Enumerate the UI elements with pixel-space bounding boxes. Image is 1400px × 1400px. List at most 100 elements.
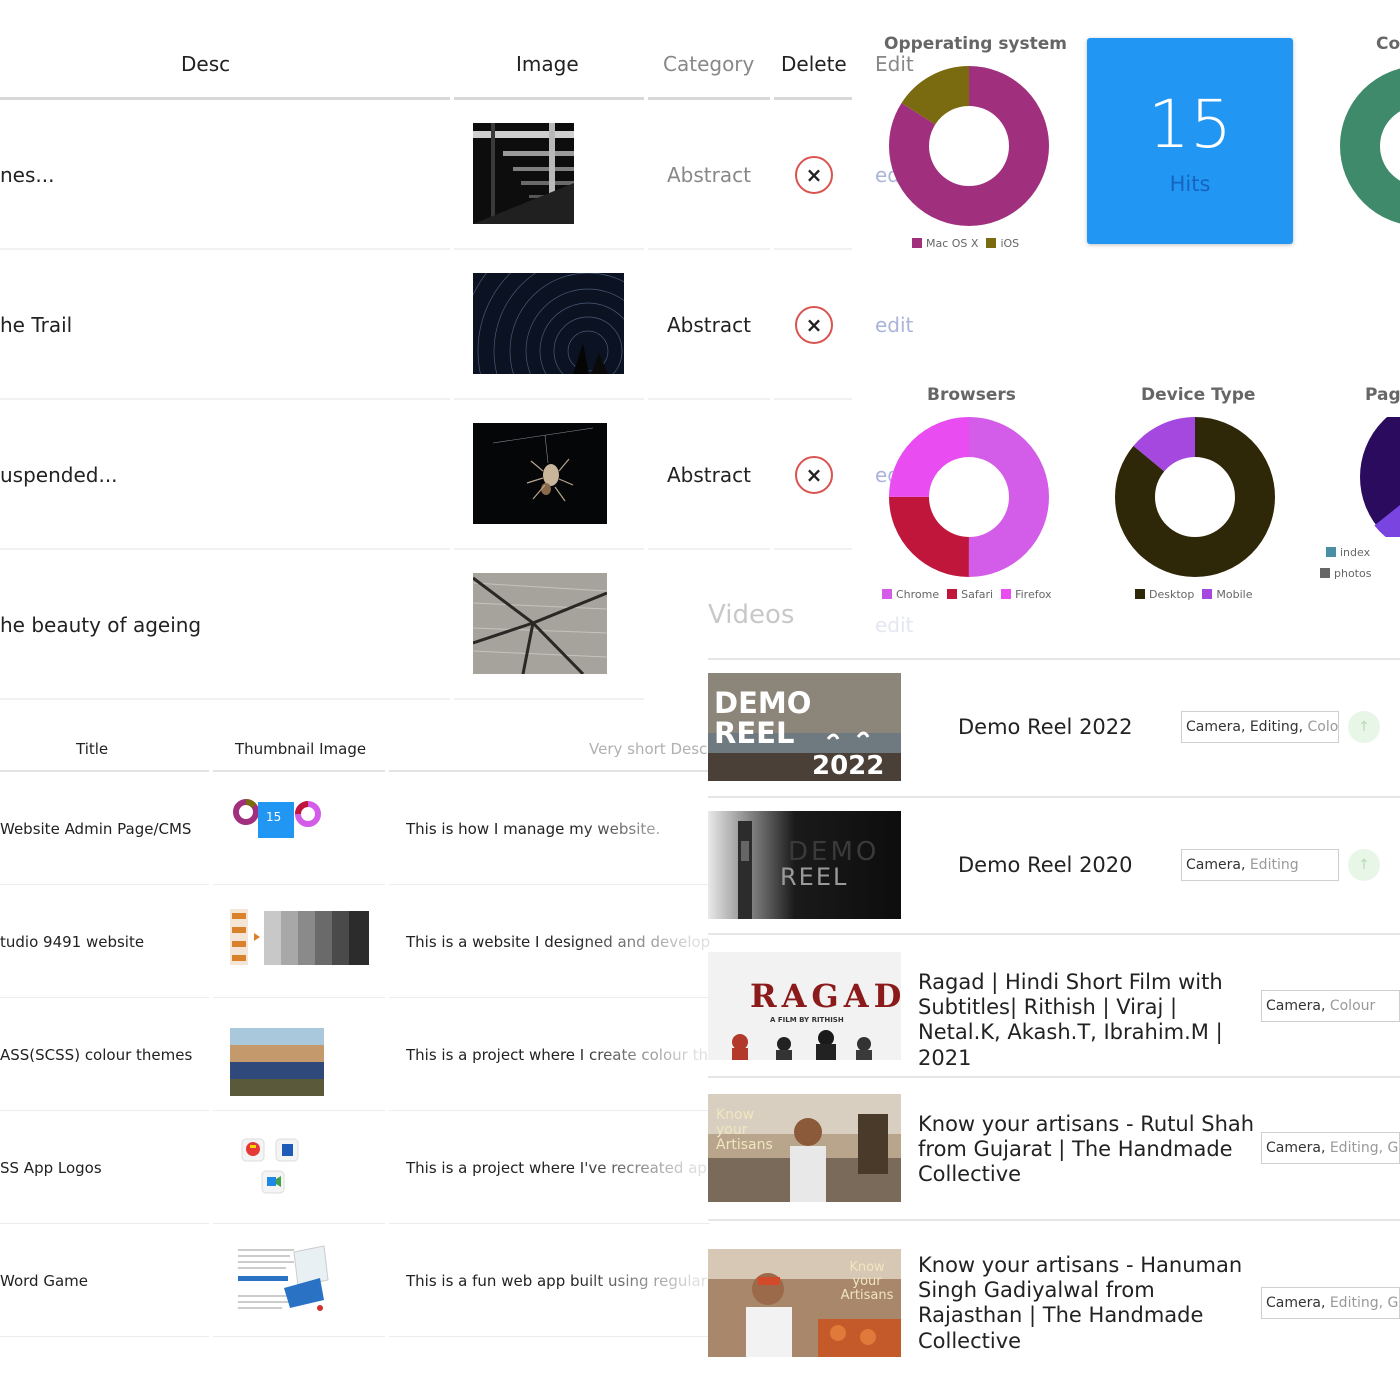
photo-category: Abstract: [667, 313, 751, 337]
thumb-year: 2022: [812, 751, 885, 781]
video-thumbnail[interactable]: Know your Artisans: [708, 1094, 901, 1202]
project-desc: This is a project where I create colour …: [406, 1045, 710, 1064]
legend-item: photos: [1320, 567, 1371, 580]
photo-desc: nes...: [0, 163, 55, 187]
thumb-title-line1: DEMO: [714, 686, 812, 720]
photo-category: Abstract: [667, 163, 751, 187]
row-divider: [708, 658, 1400, 660]
table-row: nes... Abstract × edit: [0, 100, 913, 250]
device-chart-title: Device Type: [1141, 385, 1256, 405]
photo-desc: he Trail: [0, 313, 73, 337]
header-short-desc: Very short Desc: [589, 740, 708, 758]
table-row: SS App Logos This is a project where I'v…: [0, 1111, 710, 1224]
photo-thumbnail[interactable]: [473, 573, 607, 674]
video-row: Know your Artisans Know your artisans - …: [708, 1247, 1400, 1377]
thumb-title-line2: REEL: [780, 863, 849, 891]
video-tags-field[interactable]: Camera, Colour: [1261, 990, 1400, 1022]
row-divider: [708, 1219, 1400, 1221]
videos-section: Videos DEMO REEL 2022 Demo Reel 2022 Cam…: [708, 600, 1400, 1400]
os-chart-title: Opperating system: [884, 34, 1068, 54]
row-divider: [708, 796, 1400, 798]
legend-item: iOS: [986, 237, 1019, 250]
table-row: uspended... Abstract × edit: [0, 400, 913, 550]
header-desc: Desc: [181, 52, 231, 76]
header-image: Image: [516, 52, 579, 76]
browsers-chart-title: Browsers: [927, 385, 1016, 405]
photo-desc: uspended...: [0, 463, 118, 487]
os-donut-chart: [889, 66, 1049, 226]
browsers-donut-chart: [889, 417, 1049, 577]
thumbnail-hits-number: 15: [266, 810, 282, 824]
os-chart-legend: Mac OS X iOS: [912, 237, 1019, 250]
video-tags-field[interactable]: Camera, Editing, Gra: [1261, 1132, 1400, 1164]
device-donut-chart: [1115, 417, 1275, 577]
photos-table: Desc Image Category Delete Edit nes... A…: [0, 0, 914, 700]
row-divider: [708, 933, 1400, 935]
thumb-title-line2: REEL: [714, 716, 795, 750]
video-title: Know your artisans - Hanuman Singh Gadiy…: [918, 1253, 1243, 1353]
video-row: DEMO REEL Demo Reel 2020 Camera, Editing…: [708, 811, 1400, 935]
delete-button[interactable]: ×: [795, 456, 833, 494]
row-divider: [389, 1336, 710, 1337]
arrow-up-icon[interactable]: ↑: [1348, 711, 1380, 743]
project-title: SS App Logos: [0, 1158, 102, 1177]
video-tags-field[interactable]: Camera, Editing: [1181, 849, 1339, 881]
video-thumbnail[interactable]: DEMO REEL 2022: [708, 673, 901, 781]
photo-category: Abstract: [667, 463, 751, 487]
video-title: Demo Reel 2022: [958, 715, 1133, 739]
hits-count: 15: [1148, 86, 1232, 163]
projects-table: Title Thumbnail Image Very short Desc We…: [0, 700, 710, 1400]
close-icon: ×: [805, 163, 823, 187]
project-desc: This is a project where I've recreated a…: [406, 1158, 710, 1177]
video-thumbnail[interactable]: Know your Artisans: [708, 1249, 901, 1357]
project-title: Word Game: [0, 1271, 88, 1290]
row-divider: [708, 1076, 1400, 1078]
thumb-title-line1: RAGAD: [750, 977, 901, 1015]
thumb-title-line1: Know your Artisans: [840, 1260, 894, 1303]
video-title: Demo Reel 2020: [958, 853, 1133, 877]
photo-thumbnail[interactable]: [473, 273, 624, 374]
arrow-up-icon[interactable]: ↑: [1348, 849, 1380, 881]
video-title: Ragad | Hindi Short Film with Subtitles|…: [918, 970, 1223, 1070]
project-desc: This is a fun web app built using regula…: [406, 1271, 710, 1290]
project-desc: This is a website I designed and develop…: [406, 932, 710, 951]
photo-thumbnail[interactable]: [473, 423, 607, 524]
video-row: DEMO REEL 2022 Demo Reel 2022 Camera, Ed…: [708, 673, 1400, 797]
delete-button[interactable]: ×: [795, 156, 833, 194]
table-row: Word Game This is a fun web app built us…: [0, 1224, 710, 1337]
thumb-title-line1: DEMO: [788, 837, 880, 867]
header-title: Title: [76, 740, 109, 758]
row-divider: [213, 1336, 385, 1337]
hits-card: 15 Hits: [1087, 38, 1293, 244]
thumb-title-line2: A FILM BY RITHISH: [770, 1016, 844, 1024]
legend-item: index: [1326, 546, 1371, 559]
project-thumbnail[interactable]: [228, 1012, 373, 1098]
video-tags-field[interactable]: Camera, Editing, Colour: [1181, 711, 1339, 743]
table-row: Website Admin Page/CMS 15 This is how I …: [0, 772, 710, 885]
video-thumbnail[interactable]: RAGAD A FILM BY RITHISH: [708, 952, 901, 1060]
table-row: ASS(SCSS) colour themes This is a projec…: [0, 998, 710, 1111]
video-row: RAGAD A FILM BY RITHISH Ragad | Hindi Sh…: [708, 950, 1400, 1075]
pages-chart-legend: index photos: [1320, 546, 1371, 580]
photo-thumbnail[interactable]: [473, 123, 574, 224]
project-thumbnail[interactable]: [228, 1125, 373, 1211]
third-chart-title: Co: [1376, 34, 1400, 54]
video-tags-field[interactable]: Camera, Editing, Gra: [1261, 1287, 1400, 1319]
videos-heading: Videos: [708, 600, 795, 630]
video-row: Know your Artisans Know your artisans - …: [708, 1092, 1400, 1219]
pages-chart-title: Pag: [1365, 385, 1400, 405]
header-delete: Delete: [781, 52, 847, 76]
thumb-title-line1: Know your Artisans: [716, 1107, 773, 1153]
project-thumbnail[interactable]: [228, 1238, 373, 1324]
table-row: tudio 9491 website This is a website I d…: [0, 885, 710, 998]
delete-button[interactable]: ×: [795, 306, 833, 344]
project-thumbnail[interactable]: 15: [228, 786, 373, 872]
pages-donut-chart: [1360, 417, 1400, 537]
hits-label: Hits: [1169, 172, 1211, 196]
header-category: Category: [663, 52, 755, 76]
video-thumbnail[interactable]: DEMO REEL: [708, 811, 901, 919]
analytics-dashboard: Opperating system Mac OS X iOS 15 Hits C…: [860, 0, 1400, 610]
project-title: tudio 9491 website: [0, 932, 145, 951]
row-divider: [0, 1336, 209, 1337]
project-thumbnail[interactable]: [228, 899, 373, 985]
